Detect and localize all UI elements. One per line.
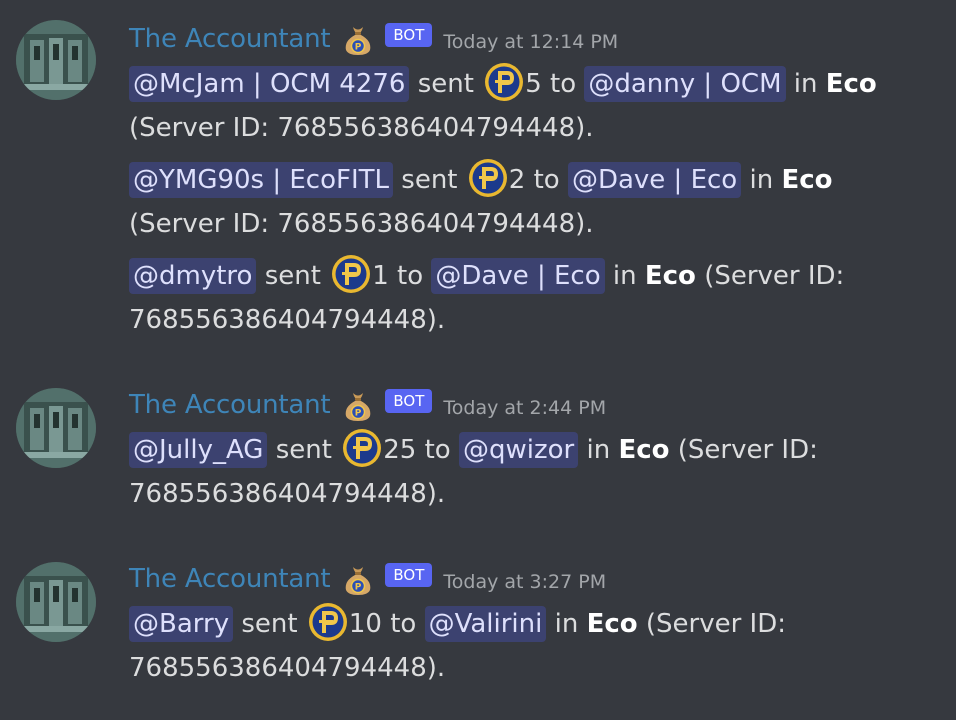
- message-content: @Barry sent 10 to @Valirini in Eco (Serv…: [129, 602, 939, 690]
- server-name: Eco: [618, 435, 670, 465]
- message-text: in: [749, 165, 774, 195]
- server-name: Eco: [644, 261, 696, 291]
- message-text: (Server ID:: [677, 435, 818, 465]
- coin-p-icon: [330, 253, 372, 295]
- message-line: 768556386404794448).: [129, 298, 939, 342]
- message-text: in: [586, 435, 611, 465]
- message-header: The Accountant P BOT Today at 2:44 PM: [129, 387, 606, 423]
- server-id-text: (Server ID: 768556386404794448).: [129, 209, 594, 239]
- bot-username[interactable]: The Accountant: [129, 390, 331, 420]
- coin-p-icon: [307, 601, 349, 643]
- message-text: sent: [401, 165, 458, 195]
- bot-tag: BOT: [385, 389, 433, 413]
- message-text: sent: [241, 609, 298, 639]
- avatar-icon: [16, 562, 96, 642]
- avatar-icon: [16, 388, 96, 468]
- user-mention[interactable]: @Jully_AG: [129, 432, 268, 468]
- money-bag-icon: P: [340, 561, 376, 597]
- message-content: @McJam | OCM 4276 sent 5 to @danny | OCM…: [129, 62, 939, 150]
- timestamp[interactable]: Today at 12:14 PM: [443, 31, 618, 53]
- message-content: @Jully_AG sent 25 to @qwizor in Eco (Ser…: [129, 428, 939, 516]
- user-mention[interactable]: @danny | OCM: [584, 66, 786, 102]
- money-bag-icon: P: [340, 21, 376, 57]
- avatar[interactable]: [16, 20, 96, 100]
- user-mention[interactable]: @YMG90s | EcoFITL: [129, 162, 394, 198]
- message-line: 768556386404794448).: [129, 472, 939, 516]
- message-text: to: [390, 609, 417, 639]
- message-text: to: [533, 165, 560, 195]
- timestamp[interactable]: Today at 3:27 PM: [443, 571, 606, 593]
- message-text: in: [793, 69, 818, 99]
- bot-username[interactable]: The Accountant: [129, 564, 331, 594]
- message-line: @Barry sent 10 to @Valirini in Eco (Serv…: [129, 602, 939, 646]
- amount: 1: [372, 261, 389, 291]
- message-text: sent: [417, 69, 474, 99]
- bot-tag: BOT: [385, 23, 433, 47]
- bot-username[interactable]: The Accountant: [129, 24, 331, 54]
- svg-text:P: P: [355, 43, 362, 53]
- server-id-text: 768556386404794448).: [129, 305, 446, 335]
- message-header: The Accountant P BOT Today at 12:14 PM: [129, 21, 618, 57]
- coin-p-icon: [341, 427, 383, 469]
- message-line: @McJam | OCM 4276 sent 5 to @danny | OCM…: [129, 62, 939, 106]
- user-mention[interactable]: @Valirini: [424, 606, 547, 642]
- server-id-text: (Server ID: 768556386404794448).: [129, 113, 594, 143]
- message-text: to: [550, 69, 577, 99]
- coin-p-icon: [467, 157, 509, 199]
- message-line: 768556386404794448).: [129, 646, 939, 690]
- svg-text:P: P: [355, 583, 362, 593]
- message-text: to: [424, 435, 451, 465]
- server-name: Eco: [781, 165, 833, 195]
- user-mention[interactable]: @Dave | Eco: [567, 162, 742, 198]
- bot-tag: BOT: [385, 563, 433, 587]
- message-text: (Server ID:: [645, 609, 786, 639]
- message-text: in: [554, 609, 579, 639]
- amount: 10: [348, 609, 382, 639]
- message-text: in: [612, 261, 637, 291]
- user-mention[interactable]: @Barry: [129, 606, 234, 642]
- message-line: @Jully_AG sent 25 to @qwizor in Eco (Ser…: [129, 428, 939, 472]
- message-line: @YMG90s | EcoFITL sent 2 to @Dave | Eco …: [129, 158, 939, 202]
- amount: 2: [508, 165, 526, 195]
- server-id-text: 768556386404794448).: [129, 653, 446, 683]
- message-text: to: [397, 261, 424, 291]
- avatar[interactable]: [16, 562, 96, 642]
- message-line: (Server ID: 768556386404794448).: [129, 106, 939, 150]
- svg-text:P: P: [355, 409, 362, 419]
- avatar[interactable]: [16, 388, 96, 468]
- message-header: The Accountant P BOT Today at 3:27 PM: [129, 561, 606, 597]
- message-line: (Server ID: 768556386404794448).: [129, 202, 939, 246]
- coin-p-icon: [483, 61, 525, 103]
- amount: 25: [383, 435, 417, 465]
- money-bag-icon: P: [340, 387, 376, 423]
- message-text: (Server ID:: [704, 261, 845, 291]
- server-name: Eco: [586, 609, 638, 639]
- message-content: @dmytro sent 1 to @Dave | Eco in Eco (Se…: [129, 254, 939, 342]
- avatar-icon: [16, 20, 96, 100]
- user-mention[interactable]: @qwizor: [458, 432, 579, 468]
- message-line: @dmytro sent 1 to @Dave | Eco in Eco (Se…: [129, 254, 939, 298]
- message-text: sent: [275, 435, 332, 465]
- message-content: @YMG90s | EcoFITL sent 2 to @Dave | Eco …: [129, 158, 939, 246]
- amount: 5: [525, 69, 542, 99]
- server-id-text: 768556386404794448).: [129, 479, 446, 509]
- server-name: Eco: [825, 69, 877, 99]
- message-text: sent: [264, 261, 321, 291]
- timestamp[interactable]: Today at 2:44 PM: [443, 397, 606, 419]
- user-mention[interactable]: @McJam | OCM 4276: [129, 66, 410, 102]
- user-mention[interactable]: @Dave | Eco: [431, 258, 605, 294]
- user-mention[interactable]: @dmytro: [129, 258, 257, 294]
